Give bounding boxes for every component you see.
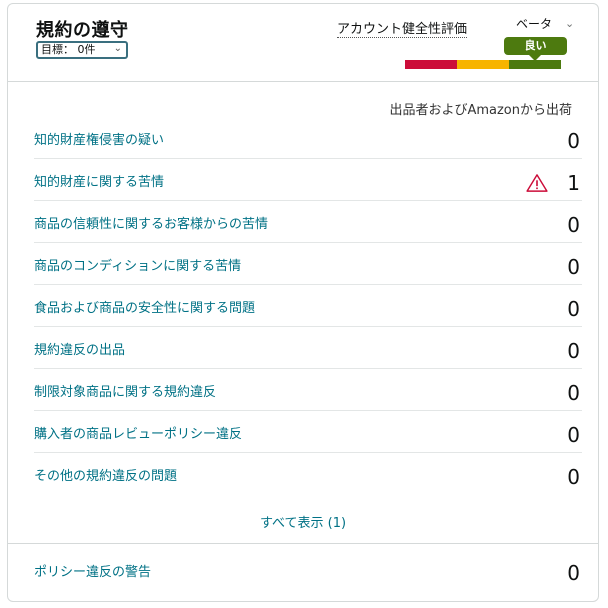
table-row: 規約違反の出品 0 (34, 327, 582, 369)
row-count: 0 (567, 297, 580, 321)
row-count: 0 (567, 339, 580, 363)
chevron-down-icon[interactable]: ⌄ (565, 17, 574, 30)
table-row: 制限対象商品に関する規約違反 0 (34, 369, 582, 411)
table-row: 商品の信頼性に関するお客様からの苦情 0 (34, 201, 582, 243)
row-count: 0 (567, 213, 580, 237)
row-count: 0 (567, 381, 580, 405)
card-title: 規約の遵守 (36, 20, 129, 41)
column-header: 出品者およびAmazonから出荷 (389, 103, 572, 118)
row-link[interactable]: 商品の信頼性に関するお客様からの苦情 (34, 213, 268, 232)
row-link[interactable]: 購入者の商品レビューポリシー違反 (34, 423, 242, 442)
row-count: 0 (567, 423, 580, 447)
row-link[interactable]: 食品および商品の安全性に関する問題 (34, 297, 255, 316)
rating-segment-fair (457, 60, 509, 69)
rating-segment-good (509, 60, 561, 69)
table-row: 商品のコンディションに関する苦情 0 (34, 243, 582, 285)
row-count: 0 (567, 465, 580, 489)
table-row: 購入者の商品レビューポリシー違反 0 (34, 411, 582, 453)
row-count: 0 (567, 255, 580, 279)
goal-select[interactable]: 目標： 0件 ⌄ (36, 41, 128, 59)
account-health-rating-link[interactable]: アカウント健全性評価 (337, 18, 468, 38)
table-row: 知的財産権侵害の疑い 0 (34, 117, 582, 159)
table-row: その他の規約違反の問題 0 (34, 453, 582, 494)
policy-warning-link[interactable]: ポリシー違反の警告 (34, 561, 151, 580)
row-link[interactable]: 知的財産に関する苦情 (34, 171, 164, 190)
warning-icon (526, 174, 548, 192)
row-link[interactable]: 制限対象商品に関する規約違反 (34, 381, 216, 400)
row-count: 0 (567, 129, 580, 153)
account-health-card: 規約の遵守 目標： 0件 ⌄ アカウント健全性評価 ベータ ⌄ 良い 出品者およ… (7, 3, 599, 602)
show-all-link[interactable]: すべて表示 (1) (8, 512, 598, 531)
row-link[interactable]: 規約違反の出品 (34, 339, 125, 358)
rating-scale-bar (405, 60, 561, 69)
beta-label: ベータ (516, 17, 553, 31)
chevron-down-icon: ⌄ (113, 43, 122, 54)
policy-warning-row: ポリシー違反の警告 0 (34, 559, 582, 589)
card-header: 規約の遵守 目標： 0件 ⌄ アカウント健全性評価 ベータ ⌄ 良い (8, 4, 598, 82)
rating-status-badge: 良い (504, 37, 567, 55)
row-link[interactable]: 商品のコンディションに関する苦情 (34, 255, 241, 274)
goal-select-value: 目標： 0件 (41, 43, 96, 56)
violations-list: 知的財産権侵害の疑い 0 知的財産に関する苦情 1 商品の信頼性に関するお客様か… (34, 117, 582, 494)
table-row: 知的財産に関する苦情 1 (34, 159, 582, 201)
rating-segment-bad (405, 60, 457, 69)
policy-warning-count: 0 (567, 561, 580, 585)
table-row: 食品および商品の安全性に関する問題 0 (34, 285, 582, 327)
row-count: 1 (567, 171, 580, 195)
row-link[interactable]: 知的財産権侵害の疑い (34, 129, 164, 148)
section-divider (8, 543, 598, 544)
row-link[interactable]: その他の規約違反の問題 (34, 465, 177, 484)
